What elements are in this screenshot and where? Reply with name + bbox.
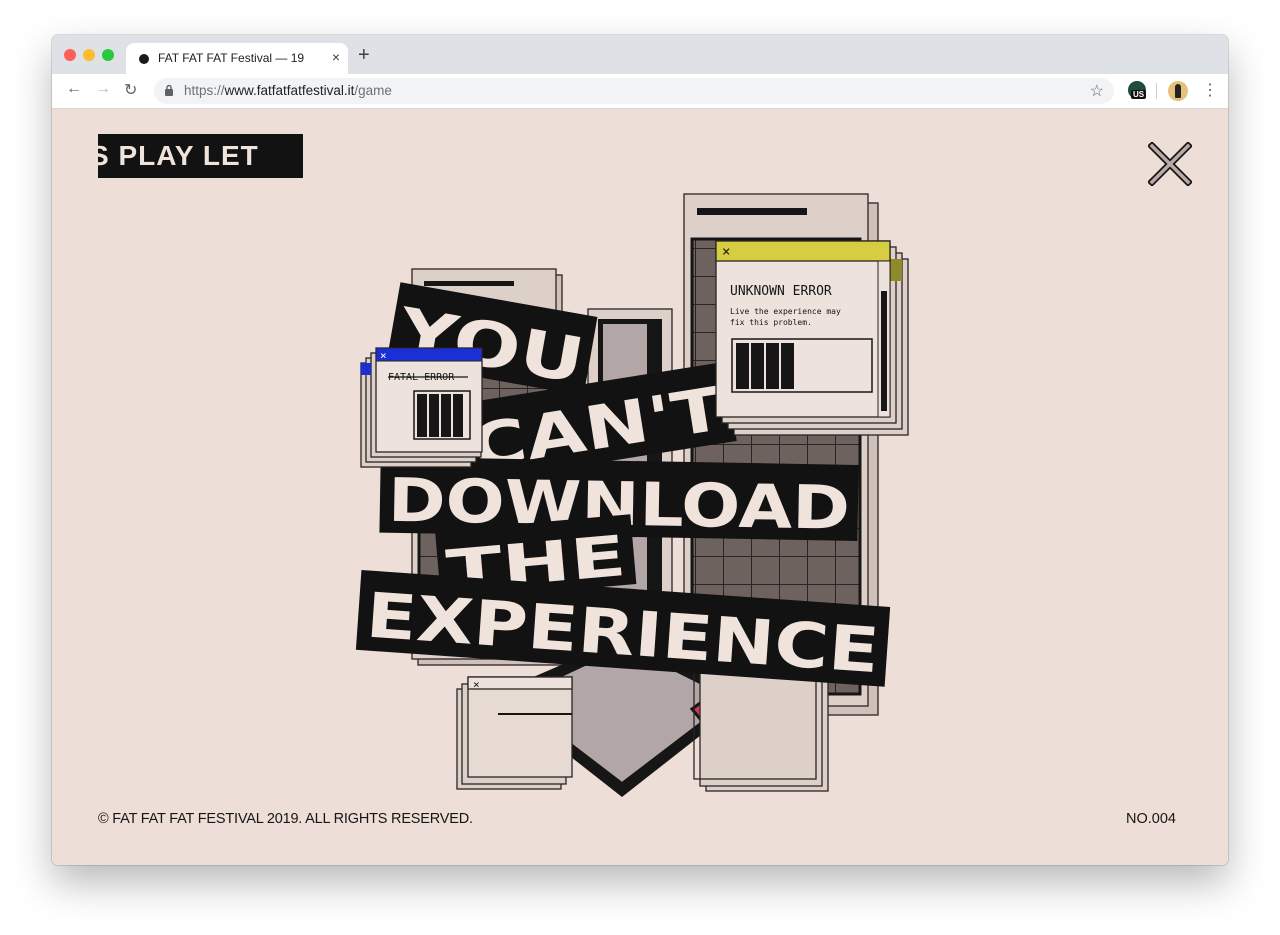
minimize-window-button[interactable] [83,49,95,61]
forward-arrow-icon[interactable]: → [95,80,111,98]
active-tab[interactable]: FAT FAT FAT Festival — 19 × [126,43,348,74]
address-bar[interactable]: https://www.fatfatfatfestival.it/game ☆ [154,78,1114,104]
small-window-bottom-left: × [456,676,573,790]
tab-close-icon[interactable]: × [332,49,340,65]
url-host: www.fatfatfatfestival.it [224,83,355,98]
url-prefix: https:// [184,83,225,98]
fatal-close-icon[interactable]: × [380,349,387,362]
reload-icon[interactable]: ↻ [124,80,137,100]
profile-avatar[interactable] [1168,81,1188,101]
toolbar-divider [1156,83,1157,99]
bookmark-star-icon[interactable]: ☆ [1090,81,1104,101]
browser-toolbar: ← → ↻ https://www.fatfatfatfestival.it/g… [52,74,1228,109]
page-content: S PLAY LET × YOU CAN'T DOWNLOAD THE EXPE… [52,109,1228,865]
url-path: /game [354,83,392,98]
error-dialog-unknown: × UNKNOWN ERROR Live the experience may … [715,240,909,436]
zoom-window-button[interactable] [102,49,114,61]
more-menu-icon[interactable]: ⋮ [1202,80,1218,100]
dialog-close-icon[interactable]: × [722,244,730,260]
browser-window: FAT FAT FAT Festival — 19 × + ← → ↻ http… [52,35,1228,865]
dialog-title: UNKNOWN ERROR [730,284,832,299]
tab-strip: FAT FAT FAT Festival — 19 × + [52,35,1228,74]
tab-title: FAT FAT FAT Festival — 19 [158,51,305,65]
close-window-button[interactable] [64,49,76,61]
extension-globe-icon[interactable]: US [1128,81,1147,99]
extension-badge: US [1131,90,1147,99]
back-arrow-icon[interactable]: ← [66,80,82,98]
new-tab-button[interactable]: + [358,44,370,67]
error-illustration: × × YOU CAN'T [355,193,909,797]
lock-icon [165,84,173,96]
footer-number: NO.004 [1126,811,1176,827]
error-dialog-fatal: × FATAL ERROR [360,347,483,468]
url-text: https://www.fatfatfatfestival.it/game [184,83,392,98]
small-window-close[interactable]: × [473,678,480,691]
footer-copyright: © FAT FAT FAT FESTIVAL 2019. ALL RIGHTS … [98,811,473,827]
dialog-message-1: Live the experience may [730,307,841,316]
dialog-message-2: fix this problem. [730,318,812,327]
favicon-icon [139,54,149,64]
